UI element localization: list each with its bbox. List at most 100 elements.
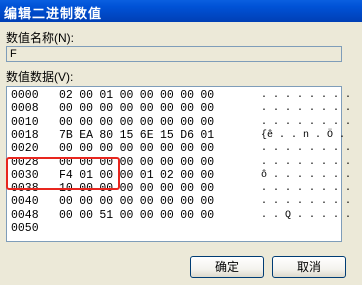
- hex-byte[interactable]: 00: [140, 156, 154, 169]
- ascii-text: . . . . . . . .: [261, 143, 352, 155]
- hex-byte[interactable]: 00: [99, 195, 113, 208]
- hex-byte[interactable]: 01: [79, 169, 93, 182]
- ok-button[interactable]: 确定: [190, 256, 264, 278]
- hex-byte[interactable]: 51: [99, 209, 113, 222]
- hex-byte[interactable]: 00: [180, 102, 194, 115]
- hex-byte[interactable]: 00: [180, 169, 194, 182]
- hex-byte[interactable]: EA: [79, 129, 93, 142]
- hex-offset: 0048: [11, 208, 39, 222]
- hex-byte[interactable]: 7B: [59, 129, 73, 142]
- hex-byte[interactable]: 15: [120, 129, 134, 142]
- hex-byte[interactable]: 00: [79, 195, 93, 208]
- hex-byte[interactable]: 00: [200, 169, 214, 182]
- hex-byte[interactable]: 00: [140, 209, 154, 222]
- hex-byte[interactable]: 00: [180, 195, 194, 208]
- ascii-text: . . Q . . . . .: [261, 209, 352, 221]
- hex-byte[interactable]: 00: [120, 116, 134, 129]
- hex-offset: 0038: [11, 182, 39, 196]
- hex-byte[interactable]: 00: [180, 116, 194, 129]
- title-bar[interactable]: 编辑二进制数值: [0, 0, 362, 22]
- ascii-text: . . . . . . . .: [261, 116, 352, 128]
- hex-offset: 0010: [11, 115, 39, 129]
- hex-byte[interactable]: 00: [79, 156, 93, 169]
- hex-byte[interactable]: 00: [79, 116, 93, 129]
- hex-byte[interactable]: 01: [99, 89, 113, 102]
- value-name-field[interactable]: F: [6, 46, 342, 62]
- hex-byte[interactable]: 00: [59, 116, 73, 129]
- hex-byte[interactable]: 00: [160, 102, 174, 115]
- hex-byte[interactable]: 80: [99, 129, 113, 142]
- hex-byte[interactable]: 00: [200, 89, 214, 102]
- hex-byte[interactable]: 00: [160, 195, 174, 208]
- hex-byte[interactable]: 00: [99, 116, 113, 129]
- hex-byte[interactable]: 00: [120, 195, 134, 208]
- hex-byte[interactable]: 01: [200, 129, 214, 142]
- hex-offset: 0028: [11, 155, 39, 169]
- hex-byte[interactable]: 00: [120, 89, 134, 102]
- ascii-text: ô . . . . . . .: [261, 169, 352, 181]
- hex-byte[interactable]: 00: [99, 182, 113, 195]
- hex-byte[interactable]: 00: [140, 182, 154, 195]
- hex-byte[interactable]: 00: [200, 142, 214, 155]
- hex-byte[interactable]: 00: [140, 102, 154, 115]
- hex-byte[interactable]: 00: [59, 209, 73, 222]
- hex-byte[interactable]: 00: [140, 89, 154, 102]
- hex-byte[interactable]: 00: [79, 182, 93, 195]
- hex-byte[interactable]: 10: [59, 182, 73, 195]
- hex-byte[interactable]: 00: [160, 182, 174, 195]
- hex-byte[interactable]: 00: [160, 209, 174, 222]
- hex-byte[interactable]: 00: [200, 195, 214, 208]
- window-title: 编辑二进制数值: [4, 6, 103, 21]
- hex-offset: 0018: [11, 128, 39, 142]
- hex-offset: 0000: [11, 89, 39, 102]
- hex-byte[interactable]: 00: [59, 102, 73, 115]
- hex-byte[interactable]: 00: [99, 169, 113, 182]
- hex-byte[interactable]: 00: [140, 195, 154, 208]
- hex-byte[interactable]: 01: [140, 169, 154, 182]
- hex-editor[interactable]: 0000 02 00 01 00 00 00 00 00. . . . . . . . 0008 0…: [6, 86, 351, 242]
- hex-byte[interactable]: 00: [59, 142, 73, 155]
- value-data-label: 数值数据(V):: [6, 70, 74, 84]
- hex-byte[interactable]: 00: [120, 156, 134, 169]
- ascii-text: . . . . . . . .: [261, 196, 352, 208]
- hex-byte[interactable]: 00: [200, 182, 214, 195]
- hex-byte[interactable]: 00: [59, 156, 73, 169]
- hex-byte[interactable]: 00: [120, 209, 134, 222]
- cancel-button[interactable]: 取消: [272, 256, 346, 278]
- hex-byte[interactable]: 6E: [140, 129, 154, 142]
- hex-byte[interactable]: 00: [200, 209, 214, 222]
- hex-byte[interactable]: 00: [200, 156, 214, 169]
- hex-byte[interactable]: 00: [180, 89, 194, 102]
- hex-byte[interactable]: 02: [59, 89, 73, 102]
- hex-byte[interactable]: 00: [120, 169, 134, 182]
- hex-byte[interactable]: 00: [180, 182, 194, 195]
- hex-byte[interactable]: 00: [99, 156, 113, 169]
- hex-byte[interactable]: 00: [200, 116, 214, 129]
- hex-byte[interactable]: 00: [160, 116, 174, 129]
- hex-byte[interactable]: 00: [79, 102, 93, 115]
- ascii-text: {ê . . n . Ö .: [261, 129, 346, 141]
- hex-byte[interactable]: 15: [160, 129, 174, 142]
- hex-byte[interactable]: F4: [59, 169, 73, 182]
- hex-byte[interactable]: 00: [99, 142, 113, 155]
- hex-byte[interactable]: 02: [160, 169, 174, 182]
- hex-byte[interactable]: 00: [79, 209, 93, 222]
- hex-byte[interactable]: 00: [180, 209, 194, 222]
- hex-byte[interactable]: 00: [200, 102, 214, 115]
- hex-byte[interactable]: D6: [180, 129, 194, 142]
- value-name-label: 数值名称(N):: [6, 31, 74, 45]
- hex-byte[interactable]: 00: [180, 156, 194, 169]
- hex-byte[interactable]: 00: [59, 195, 73, 208]
- hex-byte[interactable]: 00: [79, 142, 93, 155]
- hex-byte[interactable]: 00: [99, 102, 113, 115]
- hex-byte[interactable]: 00: [120, 142, 134, 155]
- hex-byte[interactable]: 00: [160, 156, 174, 169]
- hex-byte[interactable]: 00: [160, 142, 174, 155]
- hex-byte[interactable]: 00: [140, 142, 154, 155]
- hex-byte[interactable]: 00: [160, 89, 174, 102]
- hex-byte[interactable]: 00: [120, 102, 134, 115]
- hex-byte[interactable]: 00: [120, 182, 134, 195]
- hex-byte[interactable]: 00: [140, 116, 154, 129]
- hex-byte[interactable]: 00: [79, 89, 93, 102]
- hex-byte[interactable]: 00: [180, 142, 194, 155]
